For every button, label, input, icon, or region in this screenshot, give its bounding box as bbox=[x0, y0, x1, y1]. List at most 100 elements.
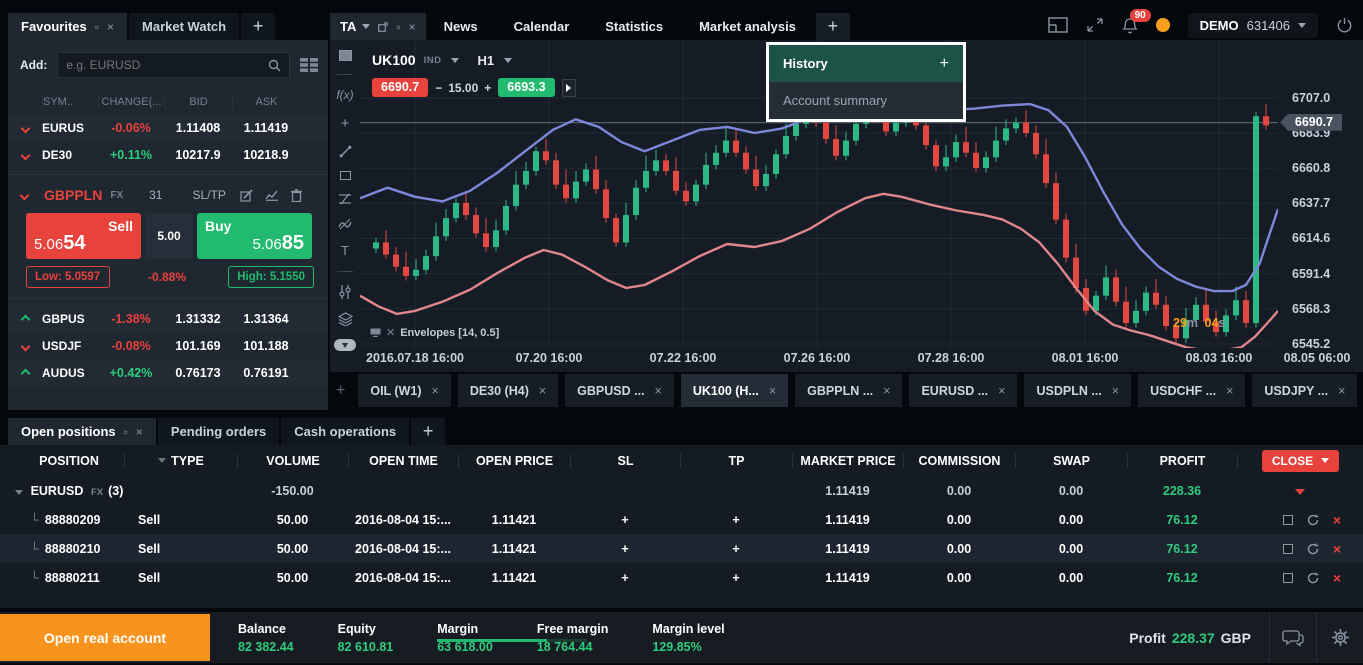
chevron-down-icon[interactable] bbox=[504, 58, 512, 63]
indicator-name[interactable]: Envelopes [14, 0.5] bbox=[400, 327, 499, 339]
expand-actions-icon[interactable] bbox=[1295, 489, 1305, 495]
chart-tab[interactable]: EURUSD ...× bbox=[909, 374, 1017, 407]
shape-tool-icon[interactable] bbox=[340, 171, 351, 180]
watchlist-row[interactable]: USDJF-0.08%101.169101.188 bbox=[8, 332, 328, 359]
edit-icon[interactable] bbox=[240, 189, 253, 202]
maximize-icon[interactable]: ▫ bbox=[95, 20, 99, 34]
add-positions-tab-button[interactable]: + bbox=[411, 418, 445, 445]
collapse-group-icon[interactable] bbox=[15, 490, 23, 495]
bid-price[interactable]: 1.11408 bbox=[164, 121, 232, 135]
menu-statistics[interactable]: Statistics bbox=[587, 13, 681, 40]
chart-tab[interactable]: GBPUSD ...× bbox=[565, 374, 674, 407]
close-tab-icon[interactable]: × bbox=[1226, 384, 1233, 398]
chart-tab[interactable]: DE30 (H4)× bbox=[458, 374, 558, 407]
tab-favourites[interactable]: Favourites ▫ × bbox=[8, 13, 127, 40]
indicator-window-icon[interactable] bbox=[370, 328, 381, 337]
wave-tool-icon[interactable] bbox=[338, 218, 352, 230]
buy-button[interactable]: Buy 5.0685 bbox=[197, 213, 312, 259]
add-tp-button[interactable]: + bbox=[680, 571, 792, 585]
sell-button[interactable]: Sell 5.0654 bbox=[26, 213, 141, 259]
add-panel-button[interactable]: + bbox=[816, 13, 850, 40]
open-real-account-button[interactable]: Open real account bbox=[0, 614, 210, 661]
close-position-icon[interactable]: × bbox=[1333, 512, 1341, 528]
chart-tab[interactable]: OIL (W1)× bbox=[358, 374, 450, 407]
group-symbol-cell[interactable]: EURUSD FX(3) bbox=[0, 484, 124, 498]
add-tp-button[interactable]: + bbox=[680, 542, 792, 556]
column-header[interactable]: SWAP bbox=[1015, 454, 1127, 468]
filter-icon[interactable] bbox=[158, 458, 166, 463]
close-tab-icon[interactable]: × bbox=[655, 384, 662, 398]
price-axis[interactable]: 6707.06683.96660.86637.76614.66591.46568… bbox=[1278, 40, 1363, 372]
close-icon[interactable]: × bbox=[136, 425, 143, 439]
close-icon[interactable]: × bbox=[409, 20, 416, 34]
volume-input[interactable]: 5.00 bbox=[145, 213, 193, 259]
close-all-button[interactable]: CLOSE bbox=[1262, 450, 1339, 472]
add-sl-button[interactable]: + bbox=[570, 513, 680, 527]
ask-price[interactable]: 101.188 bbox=[232, 339, 300, 353]
time-axis[interactable]: 2016.07.18 16:0007.20 16:0007.22 16:0007… bbox=[360, 348, 1360, 370]
close-position-icon[interactable]: × bbox=[1333, 541, 1341, 557]
menu-item-account-summary[interactable]: Account summary bbox=[769, 82, 963, 119]
chart-tab[interactable]: USDCHF ...× bbox=[1138, 374, 1245, 407]
add-sl-button[interactable]: + bbox=[570, 571, 680, 585]
settings-gear-icon[interactable] bbox=[1317, 628, 1363, 647]
column-header[interactable]: SYM.. bbox=[42, 96, 98, 108]
layout-icon[interactable] bbox=[1048, 17, 1068, 33]
power-icon[interactable] bbox=[1336, 17, 1353, 34]
position-row[interactable]: └88880210Sell50.002016-08-04 15:...1.114… bbox=[0, 534, 1363, 563]
timeframe-selector[interactable]: H1 bbox=[477, 53, 494, 68]
layers-icon[interactable] bbox=[338, 312, 353, 326]
new-chart-tab-button[interactable]: + bbox=[330, 374, 351, 407]
ask-price[interactable]: 1.31364 bbox=[232, 312, 300, 326]
watchlist-row[interactable]: AUDUS+0.42%0.761730.76191 bbox=[8, 359, 328, 386]
tab-cash-operations[interactable]: Cash operations bbox=[281, 418, 409, 445]
duplicate-position-icon[interactable] bbox=[1283, 573, 1293, 583]
add-sl-button[interactable]: + bbox=[570, 542, 680, 556]
column-header[interactable]: COMMISSION bbox=[903, 454, 1015, 468]
crosshair-icon[interactable]: + bbox=[341, 115, 350, 132]
grid-view-icon[interactable] bbox=[300, 58, 318, 72]
menu-news[interactable]: News bbox=[426, 13, 496, 40]
chart-type-icon[interactable] bbox=[339, 50, 352, 61]
expand-trade-widget-button[interactable] bbox=[562, 79, 576, 97]
close-tab-icon[interactable]: × bbox=[998, 384, 1005, 398]
maximize-icon[interactable]: ▫ bbox=[396, 20, 400, 34]
tab-open-positions[interactable]: Open positions ▫ × bbox=[8, 418, 156, 445]
chart-tab[interactable]: GBPPLN ...× bbox=[795, 374, 902, 407]
watchlist-row[interactable]: GBPUS-1.38%1.313321.31364 bbox=[8, 305, 328, 332]
column-header[interactable]: TP bbox=[680, 454, 792, 468]
column-header[interactable]: PROFIT bbox=[1127, 454, 1237, 468]
fibonacci-icon[interactable] bbox=[338, 193, 352, 205]
column-header[interactable]: SL bbox=[570, 454, 680, 468]
maximize-icon[interactable]: ▫ bbox=[124, 425, 128, 439]
instrument-row-gbppln[interactable]: GBPPLN FX 31 SL/TP bbox=[8, 181, 328, 209]
chart-tab[interactable]: USDJPY ...× bbox=[1252, 374, 1357, 407]
reverse-position-icon[interactable] bbox=[1307, 543, 1319, 555]
symbol-search-input[interactable] bbox=[66, 58, 268, 72]
duplicate-position-icon[interactable] bbox=[1283, 515, 1293, 525]
chat-icon[interactable] bbox=[1270, 629, 1316, 647]
ask-price[interactable]: 0.76191 bbox=[232, 366, 300, 380]
menu-calendar[interactable]: Calendar bbox=[496, 13, 588, 40]
ask-price[interactable]: 1.11419 bbox=[232, 121, 300, 135]
symbol-search[interactable] bbox=[57, 52, 290, 78]
volume-minus-button[interactable]: − bbox=[435, 81, 442, 95]
chart-icon[interactable] bbox=[265, 189, 279, 202]
duplicate-position-icon[interactable] bbox=[1283, 544, 1293, 554]
tab-ta[interactable]: TA ▫ × bbox=[330, 13, 426, 40]
add-tp-button[interactable]: + bbox=[680, 513, 792, 527]
reverse-position-icon[interactable] bbox=[1307, 514, 1319, 526]
watchlist-row[interactable]: DE30+0.11%10217.910218.9 bbox=[8, 141, 328, 168]
sltp-label[interactable]: SL/TP bbox=[192, 188, 225, 202]
close-tab-icon[interactable]: × bbox=[539, 384, 546, 398]
notifications-bell-icon[interactable]: 90 bbox=[1122, 17, 1138, 34]
close-tab-icon[interactable]: × bbox=[1112, 384, 1119, 398]
tab-pending-orders[interactable]: Pending orders bbox=[158, 418, 279, 445]
trash-icon[interactable] bbox=[291, 189, 302, 202]
column-header[interactable]: VOLUME bbox=[237, 454, 348, 468]
volume-plus-button[interactable]: + bbox=[484, 81, 491, 95]
chart-buy-button[interactable]: 6693.3 bbox=[498, 78, 554, 97]
close-tab-icon[interactable]: × bbox=[883, 384, 890, 398]
column-header[interactable]: OPEN PRICE bbox=[458, 454, 570, 468]
bid-price[interactable]: 0.76173 bbox=[164, 366, 232, 380]
